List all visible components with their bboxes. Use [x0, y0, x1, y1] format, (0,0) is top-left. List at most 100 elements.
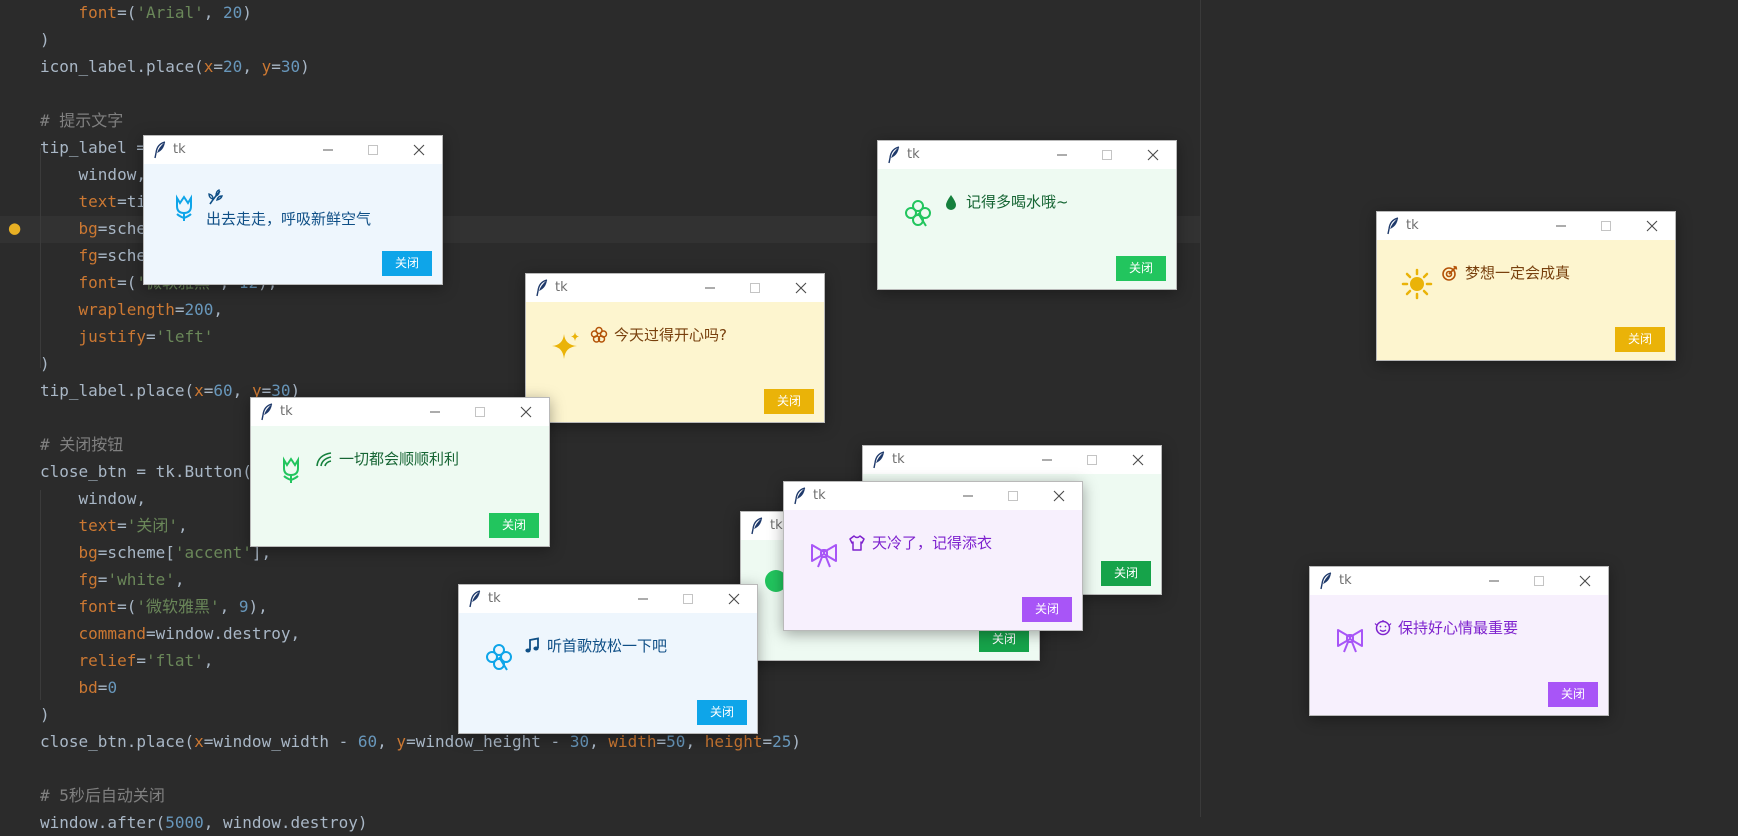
- popup-window[interactable]: tk 记得多喝水哦~ 关闭: [877, 140, 1177, 290]
- rainbow-icon: [315, 450, 333, 468]
- title-bar[interactable]: tk: [784, 482, 1082, 511]
- code-line: # 提示文字: [40, 107, 123, 134]
- code-token: ): [242, 3, 252, 22]
- close-icon[interactable]: [1127, 449, 1149, 471]
- minimize-icon[interactable]: [1051, 144, 1073, 166]
- code-token: =scheme[: [97, 543, 175, 562]
- minimize-icon[interactable]: [699, 277, 721, 299]
- close-icon[interactable]: [515, 401, 537, 423]
- code-line: justify='left': [40, 323, 214, 350]
- code-token: x: [203, 57, 214, 76]
- maximize-icon[interactable]: [1595, 215, 1617, 237]
- minimize-icon[interactable]: [957, 485, 979, 507]
- code-line: ): [40, 26, 50, 53]
- sun-icon: [1401, 268, 1433, 300]
- tip-text: 天冷了，记得添衣: [872, 534, 993, 552]
- code-token: ),: [248, 597, 268, 616]
- code-token: 'flat': [145, 651, 204, 670]
- tk-feather-icon: [793, 487, 807, 505]
- close-icon[interactable]: [1641, 215, 1663, 237]
- maximize-icon[interactable]: [677, 588, 699, 610]
- maximize-icon[interactable]: [1081, 449, 1103, 471]
- window-body: 记得多喝水哦~ 关闭: [878, 169, 1176, 289]
- maximize-icon[interactable]: [469, 401, 491, 423]
- tip-text: 今天过得开心吗?: [614, 326, 727, 344]
- code-token: window,: [40, 165, 146, 184]
- close-button[interactable]: 关闭: [1615, 327, 1665, 352]
- code-token: ,: [203, 3, 224, 22]
- close-button[interactable]: 关闭: [764, 389, 814, 414]
- code-token: bd: [78, 678, 98, 697]
- close-icon[interactable]: [408, 139, 430, 161]
- popup-window[interactable]: tk 梦想一定会成真关闭: [1376, 211, 1676, 361]
- code-token: 5000: [165, 813, 204, 832]
- minimize-icon[interactable]: [632, 588, 654, 610]
- code-token: fg: [78, 570, 98, 589]
- close-icon[interactable]: [1142, 144, 1164, 166]
- clover-icon: [483, 641, 515, 673]
- popup-window[interactable]: tk 出去走走，呼吸新鲜空气 关闭: [143, 135, 443, 285]
- title-bar[interactable]: tk: [459, 585, 757, 614]
- minimize-icon[interactable]: [1550, 215, 1572, 237]
- close-button[interactable]: 关闭: [1548, 682, 1598, 707]
- tip-text: 听首歌放松一下吧: [547, 637, 668, 655]
- code-token: y: [396, 732, 407, 751]
- title-bar[interactable]: tk: [878, 141, 1176, 170]
- title-bar[interactable]: tk: [1310, 567, 1608, 596]
- code-token: tip_label.place(: [40, 381, 195, 400]
- minimize-icon[interactable]: [424, 401, 446, 423]
- title-bar[interactable]: tk: [526, 274, 824, 303]
- popup-window[interactable]: tk 保持好心情最重要关闭: [1309, 566, 1609, 716]
- popup-window[interactable]: tk 听首歌放松一下吧关闭: [458, 584, 758, 734]
- maximize-icon[interactable]: [362, 139, 384, 161]
- window-title: tk: [770, 518, 783, 533]
- code-line: wraplength=200,: [40, 296, 224, 323]
- code-line: window,: [40, 161, 146, 188]
- popup-window[interactable]: tk 今天过得开心吗? 关闭: [525, 273, 825, 423]
- tip-text: 保持好心情最重要: [1398, 619, 1519, 637]
- close-icon[interactable]: [1048, 485, 1070, 507]
- minimize-icon[interactable]: [1036, 449, 1058, 471]
- close-button[interactable]: 关闭: [697, 700, 747, 725]
- window-title: tk: [280, 404, 293, 419]
- code-token: 25: [772, 732, 792, 751]
- popup-window[interactable]: tk 天冷了，记得添衣关闭: [783, 481, 1083, 631]
- code-token: height: [704, 732, 763, 751]
- minimize-icon[interactable]: [317, 139, 339, 161]
- close-icon[interactable]: [723, 588, 745, 610]
- code-line: font=('Arial', 20): [40, 0, 252, 26]
- code-token: , window.destroy): [203, 813, 368, 832]
- lightbulb-icon[interactable]: ●: [8, 218, 21, 238]
- close-button[interactable]: 关闭: [1116, 256, 1166, 281]
- minimize-icon[interactable]: [1483, 570, 1505, 592]
- blossom-icon: [590, 326, 608, 344]
- close-button[interactable]: 关闭: [1022, 597, 1072, 622]
- code-token: font: [78, 273, 118, 292]
- code-token: justify: [78, 327, 146, 346]
- bow-icon: [1334, 623, 1366, 655]
- maximize-icon[interactable]: [1002, 485, 1024, 507]
- close-button[interactable]: 关闭: [489, 513, 539, 538]
- code-token: x: [194, 732, 204, 751]
- close-icon[interactable]: [790, 277, 812, 299]
- music-note-icon: [523, 637, 541, 655]
- close-icon[interactable]: [1574, 570, 1596, 592]
- tip-text: 一切都会顺顺利利: [339, 450, 460, 468]
- title-bar[interactable]: tk: [863, 446, 1161, 475]
- title-bar[interactable]: tk: [144, 136, 442, 165]
- maximize-icon[interactable]: [744, 277, 766, 299]
- maximize-icon[interactable]: [1096, 144, 1118, 166]
- tip-text: 梦想一定会成真: [1465, 264, 1571, 282]
- code-token: =: [213, 57, 224, 76]
- title-bar[interactable]: tk: [1377, 212, 1675, 241]
- maximize-icon[interactable]: [1528, 570, 1550, 592]
- title-bar[interactable]: tk: [251, 398, 549, 427]
- popup-window[interactable]: tk 一切都会顺顺利利关闭: [250, 397, 550, 547]
- window-title: tk: [555, 280, 568, 295]
- close-button[interactable]: 关闭: [1101, 561, 1151, 586]
- code-token: fg: [78, 246, 98, 265]
- close-button[interactable]: 关闭: [382, 251, 432, 276]
